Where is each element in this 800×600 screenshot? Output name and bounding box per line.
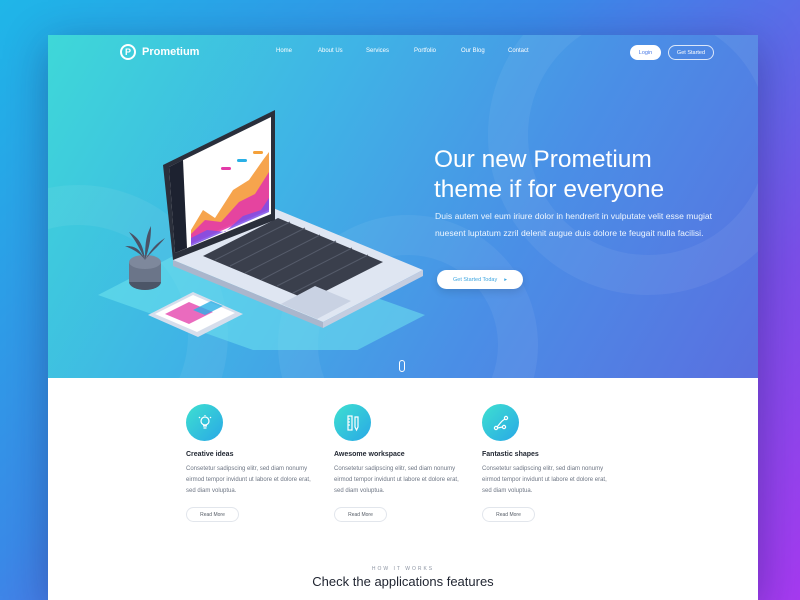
hero-section: P Prometium Home About Us Services Portf… bbox=[48, 35, 758, 378]
hero-description: Duis autem vel eum iriure dolor in hendr… bbox=[435, 211, 713, 238]
nav-link-home[interactable]: Home bbox=[276, 48, 292, 54]
login-button[interactable]: Login bbox=[630, 45, 661, 60]
arrow-right-icon: ▸ bbox=[504, 276, 507, 283]
feature-card: Awesome workspace Consetetur sadipscing … bbox=[334, 404, 464, 522]
feature-description: Consetetur sadipscing elitr, sed diam no… bbox=[482, 466, 607, 494]
nav-link-portfolio[interactable]: Portfolio bbox=[414, 48, 436, 54]
scroll-mouse-icon[interactable] bbox=[399, 360, 405, 372]
read-more-button[interactable]: Read More bbox=[334, 507, 387, 522]
hero-title: Our new Prometium theme if for everyone bbox=[434, 145, 734, 205]
feature-card: Fantastic shapes Consetetur sadipscing e… bbox=[482, 404, 612, 522]
vector-pen-icon bbox=[482, 404, 519, 441]
laptop-illustration bbox=[98, 110, 425, 350]
feature-card: Creative ideas Consetetur sadipscing eli… bbox=[186, 404, 316, 522]
feature-title: Awesome workspace bbox=[334, 451, 405, 458]
nav-link-about-us[interactable]: About Us bbox=[318, 48, 343, 54]
hero-title-line-1: Our new Prometium bbox=[434, 146, 652, 173]
pencil-ruler-icon bbox=[334, 404, 371, 441]
cta-label: Get Started Today bbox=[453, 276, 498, 283]
lightbulb-icon bbox=[186, 404, 223, 441]
brand-logo[interactable]: P Prometium bbox=[120, 44, 199, 60]
section-title: Check the applications features bbox=[312, 574, 494, 589]
section-eyebrow: HOW IT WORKS bbox=[371, 566, 435, 572]
read-more-button[interactable]: Read More bbox=[186, 507, 239, 522]
nav-link-services[interactable]: Services bbox=[366, 48, 389, 54]
nav-link-our-blog[interactable]: Our Blog bbox=[461, 48, 485, 54]
hero-title-line-2: theme if for everyone bbox=[434, 176, 665, 203]
feature-description: Consetetur sadipscing elitr, sed diam no… bbox=[334, 466, 459, 494]
brand-name: Prometium bbox=[142, 46, 200, 58]
read-more-button[interactable]: Read More bbox=[482, 507, 535, 522]
nav-link-contact[interactable]: Contact bbox=[508, 48, 529, 54]
feature-description: Consetetur sadipscing elitr, sed diam no… bbox=[186, 466, 311, 494]
features-section: Creative ideas Consetetur sadipscing eli… bbox=[48, 378, 758, 600]
top-navigation: P Prometium Home About Us Services Portf… bbox=[48, 35, 758, 71]
feature-title: Creative ideas bbox=[186, 451, 234, 458]
get-started-today-button[interactable]: Get Started Today ▸ bbox=[437, 270, 523, 289]
logo-mark-icon: P bbox=[120, 44, 136, 60]
get-started-button[interactable]: Get Started bbox=[668, 45, 714, 60]
page-background: { "brand": { "name": "Prometium", "mark"… bbox=[0, 0, 800, 600]
feature-title: Fantastic shapes bbox=[482, 451, 539, 458]
website-frame: P Prometium Home About Us Services Portf… bbox=[48, 35, 758, 600]
